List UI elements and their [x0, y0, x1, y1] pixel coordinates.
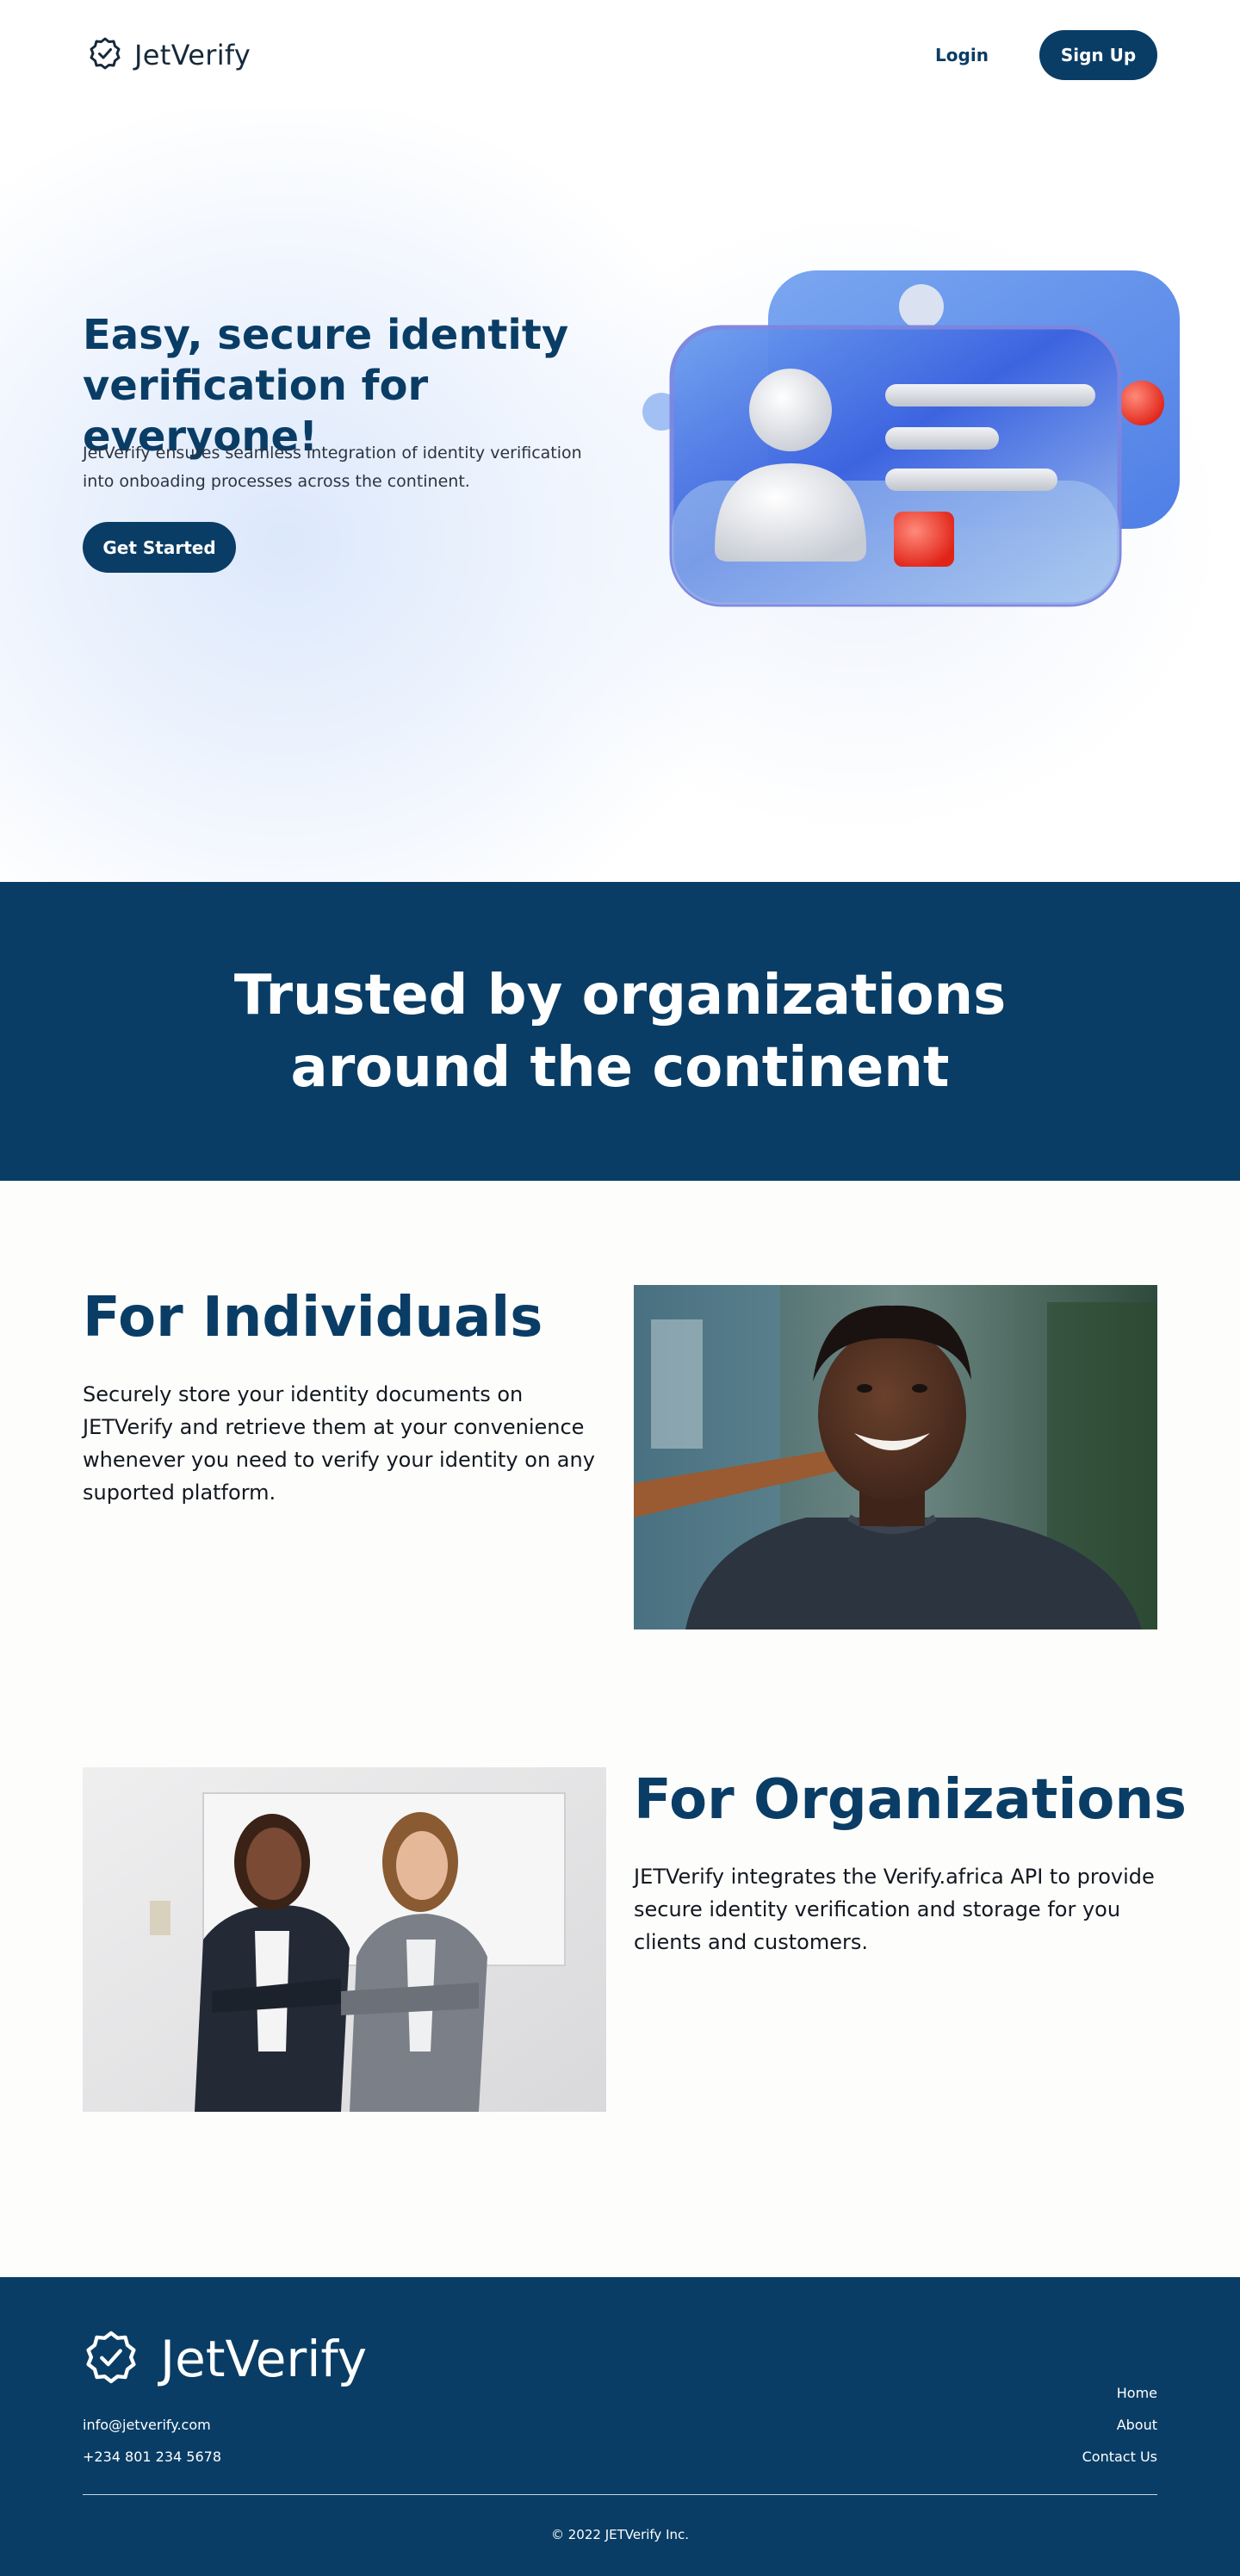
individuals-body: Securely store your identity documents o…	[83, 1382, 595, 1505]
signup-button[interactable]: Sign Up	[1039, 30, 1157, 80]
copyright-icon: ©	[550, 2527, 564, 2542]
smiling-man-photo-icon	[634, 1285, 1157, 1629]
hero-section: Easy, secure identity verification for e…	[0, 110, 1240, 882]
trusted-title: Trusted by organizations around the cont…	[233, 963, 1007, 1100]
brand-logo[interactable]: JetVerify	[88, 36, 251, 74]
individuals-title: For Individuals	[83, 1286, 543, 1350]
site-footer: JetVerify info@jetverify.com +234 801 23…	[0, 2277, 1240, 2576]
brand-name: JetVerify	[134, 39, 251, 71]
organizations-title: For Organizations	[634, 1768, 1187, 1832]
footer-divider	[83, 2494, 1157, 2495]
login-button[interactable]: Login	[916, 38, 1008, 72]
site-header: JetVerify Login Sign Up	[0, 0, 1240, 110]
footer-link-home[interactable]: Home	[1117, 2385, 1157, 2401]
footer-phone: +234 801 234 5678	[83, 2449, 221, 2465]
organizations-body: JETVerify integrates the Verify.africa A…	[634, 1865, 1155, 1954]
footer-link-contact[interactable]: Contact Us	[1082, 2449, 1157, 2465]
two-businesswomen-photo-icon	[83, 1767, 606, 2112]
verified-badge-icon	[83, 2329, 140, 2389]
footer-email[interactable]: info@jetverify.com	[83, 2417, 211, 2433]
copyright-text: 2022 JETVerify Inc.	[567, 2527, 690, 2542]
get-started-button[interactable]: Get Started	[83, 522, 236, 573]
id-card-illustration-icon	[637, 265, 1188, 627]
footer-brand-name: JetVerify	[160, 2330, 368, 2388]
trusted-section: Trusted by organizations around the cont…	[0, 882, 1240, 1181]
verified-badge-icon	[88, 36, 122, 74]
footer-brand-logo[interactable]: JetVerify	[83, 2329, 367, 2389]
footer-copyright: © 2022 JETVerify Inc.	[0, 2527, 1240, 2542]
hero-subtitle: JetVerify ensures seamless integration o…	[83, 444, 582, 491]
footer-link-about[interactable]: About	[1117, 2417, 1157, 2433]
